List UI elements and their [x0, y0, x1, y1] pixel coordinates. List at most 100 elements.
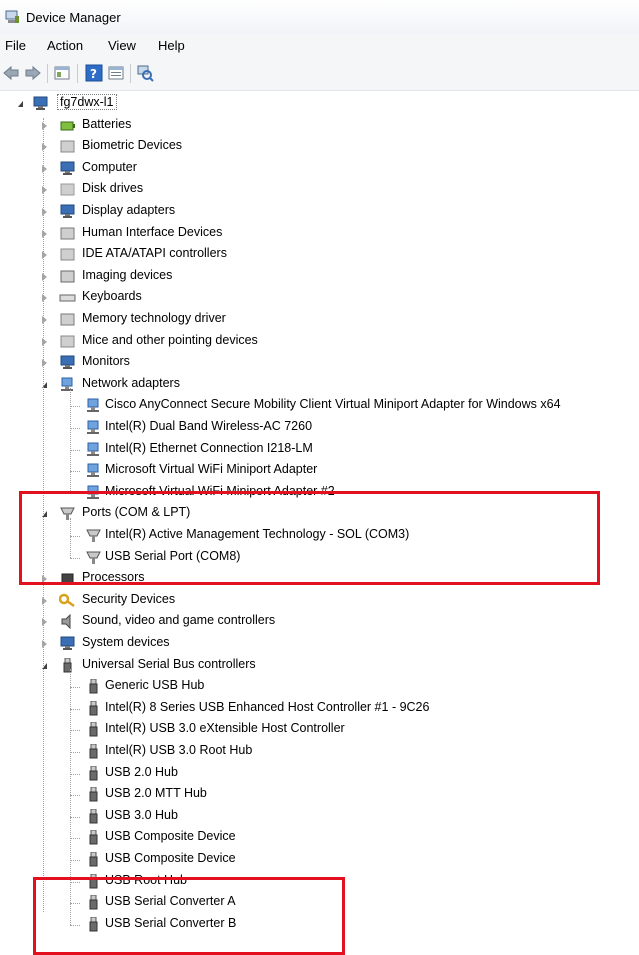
disk-drive-icon [59, 182, 76, 197]
tree-item-label: IDE ATA/ATAPI controllers [82, 246, 227, 261]
tree-category[interactable]: Monitors [0, 353, 639, 373]
tree-device[interactable]: Intel(R) USB 3.0 eXtensible Host Control… [0, 720, 639, 740]
tree-item-label: Display adapters [82, 203, 176, 217]
tree-category[interactable]: Imaging devices [0, 267, 639, 287]
forward-arrow-icon[interactable] [24, 64, 42, 82]
tree-item-label: Intel(R) USB 3.0 eXtensible Host Control… [105, 721, 345, 736]
tree-item-label: Disk drives [82, 181, 144, 196]
tree-device[interactable]: USB Composite Device [0, 850, 639, 870]
tree-category[interactable]: Network adapters [0, 375, 639, 395]
tree-root[interactable]: fg7dwx-l1 [0, 94, 639, 114]
show-hide-console-tree-icon[interactable] [107, 64, 125, 82]
usb-icon [85, 700, 102, 716]
tree-connector [70, 838, 80, 840]
tree-item-label: Human Interface Devices [82, 224, 223, 239]
tree-category[interactable]: Keyboards [0, 288, 639, 308]
title-bar: Device Manager [0, 0, 639, 34]
tree-connector [70, 730, 80, 732]
network-adapter-icon [85, 398, 102, 413]
toolbar-separator [130, 64, 131, 83]
tree-category[interactable]: Security Devices [0, 591, 639, 611]
tree-item-label: Network adapters [82, 375, 180, 390]
tree-connector [70, 708, 80, 710]
tree-item-label: Security Devices [82, 591, 176, 606]
tree-category[interactable]: Memory technology driver [0, 310, 639, 330]
tree-category[interactable]: Sound, video and game controllers [0, 612, 639, 632]
tree-item-label: Computer [82, 159, 137, 174]
tree-connector [70, 752, 80, 753]
tree-category[interactable]: Biometric Devices [0, 137, 639, 157]
tree-category[interactable]: Display adapters [0, 202, 639, 222]
tree-device[interactable]: Intel(R) Dual Band Wireless-AC 7260 [0, 418, 639, 438]
tree-category[interactable]: Disk drives [0, 180, 639, 200]
tree-item-label: Monitors [82, 354, 130, 369]
tree-category[interactable]: Mice and other pointing devices [0, 332, 639, 352]
usb-icon [59, 657, 76, 673]
tree-category[interactable]: Universal Serial Bus controllers [0, 656, 639, 676]
tree-item-label: Cisco AnyConnect Secure Mobility Client … [105, 397, 561, 412]
tree-device[interactable]: USB 2.0 Hub [0, 764, 639, 784]
tree-connector [70, 795, 80, 797]
memory-icon [59, 312, 76, 327]
tree-device[interactable]: Intel(R) 8 Series USB Enhanced Host Cont… [0, 699, 639, 719]
tree-item-label: Microsoft Virtual WiFi Miniport Adapter [105, 462, 318, 477]
camera-icon [59, 269, 76, 284]
back-arrow-icon[interactable] [2, 64, 20, 82]
tree-category[interactable]: Batteries [0, 116, 639, 136]
tree-connector [70, 406, 80, 408]
highlight-box-usb-serial [33, 877, 345, 955]
tree-item-label: Universal Serial Bus controllers [82, 656, 256, 671]
tree-item-label: USB 3.0 Hub [105, 807, 178, 822]
menu-action[interactable]: Action [47, 38, 83, 53]
keyboard-icon [59, 290, 76, 305]
system-device-icon [59, 636, 76, 651]
monitor-icon [59, 355, 76, 370]
tree-device[interactable]: Intel(R) USB 3.0 Root Hub [0, 742, 639, 762]
tree-item-label: Sound, video and game controllers [82, 613, 276, 628]
tree-category[interactable]: Computer [0, 159, 639, 179]
tree-device[interactable]: Microsoft Virtual WiFi Miniport Adapter [0, 461, 639, 481]
tree-item-label: Keyboards [82, 289, 142, 304]
network-adapter-icon [85, 442, 102, 457]
tree-device[interactable]: USB 2.0 MTT Hub [0, 785, 639, 805]
usb-icon [85, 765, 102, 781]
computer-icon [59, 161, 76, 176]
hid-icon [59, 226, 76, 241]
speaker-icon [59, 614, 76, 630]
fingerprint-icon [59, 139, 76, 154]
device-manager-icon [5, 10, 19, 23]
usb-icon [85, 851, 102, 867]
tree-device[interactable]: Intel(R) Ethernet Connection I218-LM [0, 440, 639, 460]
tree-item-label: USB Composite Device [105, 851, 236, 865]
tree-category[interactable]: Human Interface Devices [0, 224, 639, 244]
menu-help[interactable]: Help [158, 38, 185, 53]
help-icon[interactable]: ? [85, 64, 103, 82]
network-adapter-icon [85, 420, 102, 435]
tree-category[interactable]: System devices [0, 634, 639, 654]
expanded-arrow-icon[interactable] [18, 101, 23, 107]
tree-connector [70, 471, 80, 473]
tree-connector [70, 449, 80, 451]
usb-icon [85, 678, 102, 694]
tree-item-label: USB Composite Device [105, 829, 236, 844]
tree-item-label: Batteries [82, 116, 132, 131]
scan-hardware-changes-icon[interactable] [136, 64, 154, 82]
tree-connector [70, 687, 80, 689]
properties-icon[interactable] [53, 64, 71, 82]
tree-device[interactable]: USB 3.0 Hub [0, 807, 639, 827]
usb-icon [85, 829, 102, 845]
tree-device[interactable]: USB Composite Device [0, 828, 639, 848]
tree-item-label: Biometric Devices [82, 138, 183, 153]
tree-category[interactable]: IDE ATA/ATAPI controllers [0, 245, 639, 265]
tree-item-label: fg7dwx-l1 [57, 94, 117, 110]
tree-item-label: Intel(R) 8 Series USB Enhanced Host Cont… [105, 699, 430, 714]
window-title: Device Manager [26, 10, 121, 25]
tree-device[interactable]: Generic USB Hub [0, 677, 639, 697]
tree-item-label: Intel(R) Ethernet Connection I218-LM [105, 440, 313, 455]
menu-file[interactable]: File [5, 38, 26, 53]
menu-view[interactable]: View [108, 38, 136, 53]
network-adapter-icon [85, 463, 102, 478]
usb-icon [85, 743, 102, 759]
tree-device[interactable]: Cisco AnyConnect Secure Mobility Client … [0, 396, 639, 416]
usb-icon [85, 721, 102, 737]
